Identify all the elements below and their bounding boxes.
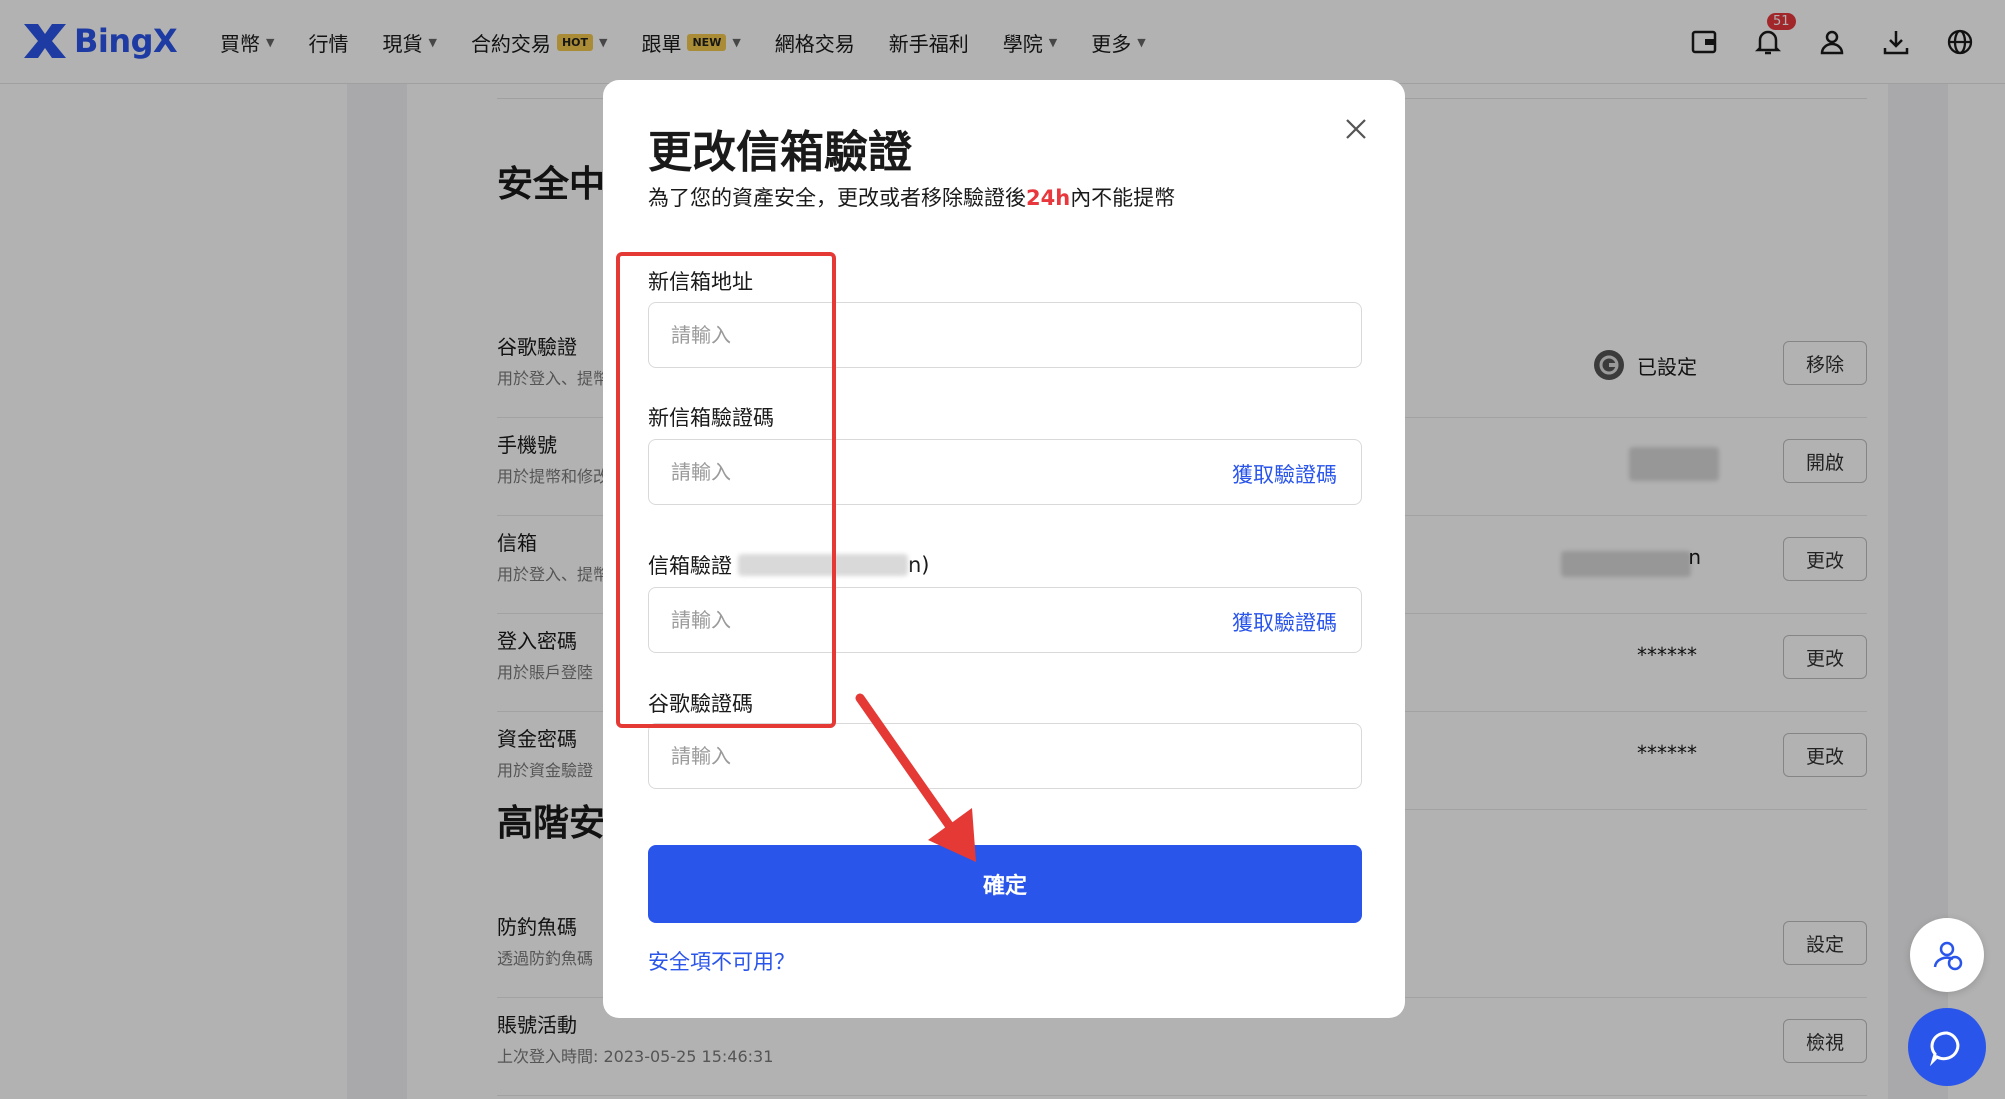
security-notice: 為了您的資產安全，更改或者移除驗證後24h內不能提幣 — [648, 182, 1175, 212]
modal-title: 更改信箱驗證 — [648, 127, 912, 178]
confirm-button[interactable]: 確定 — [648, 845, 1362, 923]
security-unavailable-link[interactable]: 安全項不可用？ — [648, 946, 795, 976]
support-icon — [1933, 941, 1963, 971]
annotation-highlight-box — [616, 252, 836, 728]
notice-highlight: 24h — [1026, 186, 1071, 210]
label-suffix: n) — [908, 553, 930, 577]
chat-button[interactable] — [1908, 1008, 1986, 1086]
customer-support-button[interactable] — [1910, 918, 1984, 992]
close-icon[interactable] — [1343, 116, 1369, 142]
google-code-input[interactable] — [648, 723, 1362, 789]
chat-bubble-icon — [1930, 1031, 1960, 1066]
notice-text: 為了您的資產安全，更改或者移除驗證後 — [648, 186, 1026, 210]
notice-text: 內不能提幣 — [1070, 186, 1176, 210]
get-email-code-link[interactable]: 獲取驗證碼 — [1232, 607, 1337, 637]
get-new-email-code-link[interactable]: 獲取驗證碼 — [1232, 459, 1337, 489]
annotation-arrow-icon — [855, 693, 976, 862]
